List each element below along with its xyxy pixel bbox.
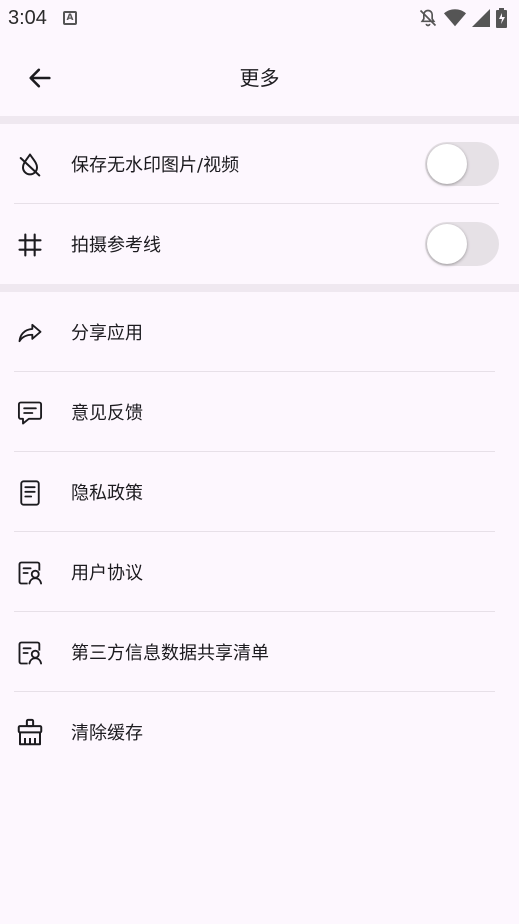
notification-icon: A [62,11,77,25]
app-bar: 更多 [0,36,519,116]
setting-row-save-no-watermark[interactable]: 保存无水印图片/视频 [0,124,519,204]
wifi-icon [444,8,466,28]
toggle-knob [427,224,467,264]
section-divider [0,284,519,292]
menu-item-privacy-policy[interactable]: 隐私政策 [0,452,519,532]
back-button[interactable] [18,56,62,100]
broom-icon [15,718,45,748]
menu-label: 清除缓存 [71,723,143,744]
user-list-icon [15,558,45,588]
menu-item-share-app[interactable]: 分享应用 [0,292,519,372]
menu-label: 第三方信息数据共享清单 [71,643,269,664]
document-icon [15,478,45,508]
menu-item-feedback[interactable]: 意见反馈 [0,372,519,452]
message-icon [15,398,45,428]
grid-lines-toggle[interactable] [425,222,499,266]
drop-slash-icon [15,150,45,180]
menu-item-user-agreement[interactable]: 用户协议 [0,532,519,612]
menu-label: 意见反馈 [71,403,143,424]
setting-label: 拍摄参考线 [71,235,161,256]
menu-item-clear-cache[interactable]: 清除缓存 [0,692,519,772]
arrow-left-icon [26,64,54,92]
status-time: 3:04 [8,6,47,29]
section-divider [0,116,519,124]
menu-label: 分享应用 [71,323,143,344]
hash-icon [15,230,45,260]
status-bar: 3:04 A [0,0,519,36]
save-no-watermark-toggle[interactable] [425,142,499,186]
setting-label: 保存无水印图片/视频 [71,155,240,176]
menu-item-third-party-data-sharing[interactable]: 第三方信息数据共享清单 [0,612,519,692]
bell-off-icon [418,8,438,28]
status-icons [418,8,507,28]
setting-row-grid-lines[interactable]: 拍摄参考线 [0,204,519,284]
toggle-knob [427,144,467,184]
page-title: 更多 [239,65,280,90]
share-icon [15,318,45,348]
menu-label: 隐私政策 [71,483,143,504]
user-list-icon [15,638,45,668]
battery-icon [496,8,507,28]
signal-icon [472,9,490,27]
menu-label: 用户协议 [71,563,143,584]
